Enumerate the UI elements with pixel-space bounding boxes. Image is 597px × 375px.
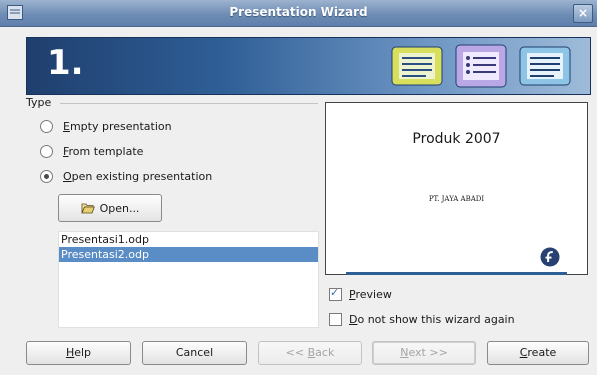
- radio-label: Open existing presentation: [63, 169, 213, 183]
- cancel-button[interactable]: Cancel: [142, 341, 247, 365]
- radio-indicator[interactable]: [40, 169, 53, 183]
- radio-label: Empty presentation: [63, 119, 172, 133]
- create-button[interactable]: Create: [487, 341, 589, 365]
- presentation-wizard-window: Presentation Wizard × 1. Type Empty pres…: [0, 0, 597, 375]
- preview-slide: Produk 2007 PT. JAYA ABADI: [346, 107, 567, 275]
- window-title: Presentation Wizard: [229, 5, 368, 19]
- next-button[interactable]: Next >>: [372, 341, 476, 365]
- dont-show-checkbox-label: Do not show this wizard again: [349, 312, 515, 326]
- radio-indicator[interactable]: [40, 119, 53, 133]
- back-button[interactable]: << Back: [258, 341, 362, 365]
- preview-checkbox-label: Preview: [349, 287, 392, 301]
- dont-show-checkbox-row[interactable]: Do not show this wizard again: [329, 311, 515, 327]
- help-button[interactable]: Help: [26, 341, 131, 365]
- folder-open-icon: [80, 203, 95, 214]
- preview-checkbox[interactable]: [329, 286, 342, 301]
- preview-checkbox-row[interactable]: Preview: [329, 286, 392, 302]
- type-group-label: Type: [26, 96, 52, 109]
- fedora-logo-icon: [540, 247, 560, 267]
- radio-indicator[interactable]: [40, 144, 53, 158]
- slide-underline: [346, 272, 567, 275]
- list-item[interactable]: Presentasi2.odp: [59, 247, 318, 262]
- document-types-icon: [391, 44, 571, 88]
- close-button[interactable]: ×: [573, 4, 593, 23]
- slide-title: Produk 2007: [412, 131, 501, 147]
- radio-open-existing[interactable]: Open existing presentation: [40, 168, 212, 184]
- title-bar[interactable]: Presentation Wizard ×: [0, 0, 597, 27]
- slide-subtitle: PT. JAYA ABADI: [428, 195, 485, 203]
- preview-panel: Produk 2007 PT. JAYA ABADI: [325, 102, 588, 275]
- radio-from-template[interactable]: From template: [40, 143, 143, 159]
- step-banner: 1.: [26, 37, 591, 95]
- radio-empty-presentation[interactable]: Empty presentation: [40, 118, 172, 134]
- step-number: 1.: [47, 43, 84, 83]
- recent-files-list[interactable]: Presentasi1.odp Presentasi2.odp: [58, 231, 319, 328]
- type-group-divider: [60, 103, 318, 104]
- dont-show-checkbox[interactable]: [329, 312, 342, 326]
- open-button-label: Open...: [99, 201, 140, 215]
- list-item[interactable]: Presentasi1.odp: [59, 232, 318, 247]
- open-button[interactable]: Open...: [58, 194, 162, 222]
- radio-label: From template: [63, 144, 144, 158]
